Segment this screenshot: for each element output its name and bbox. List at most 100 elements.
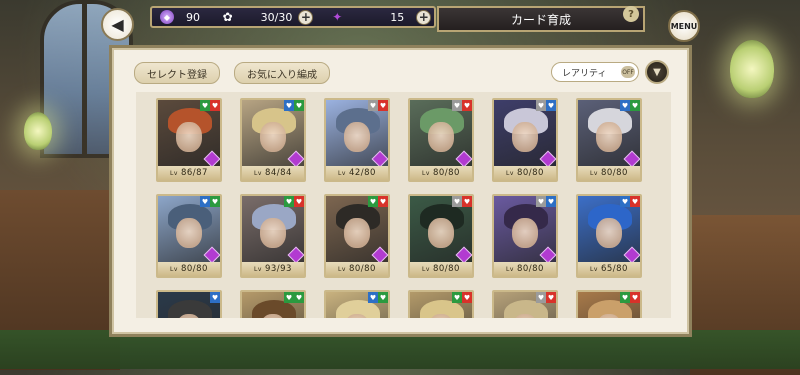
card-level: 80/80 [432, 168, 460, 178]
sort-label: レアリティ [562, 68, 607, 79]
card-item[interactable]: ♥ ♥ Lv 84/84 [240, 98, 306, 182]
card-level-bar: Lv 84/84 [242, 166, 304, 180]
card-portrait-face [512, 122, 538, 152]
card-item[interactable]: ♥ ♥ [324, 290, 390, 318]
card-item[interactable]: ♥ ♥ Lv 80/80 [408, 98, 474, 182]
card-attribute-badges: ♥ ♥ [620, 292, 640, 303]
card-attribute-badges: ♥ ♥ [620, 196, 640, 207]
attribute-badge-icon: ♥ [294, 292, 304, 303]
attribute-badge-icon: ♥ [284, 292, 294, 303]
card-item[interactable]: ♥ ♥ Lv 93/93 [240, 194, 306, 278]
gem-icon: ◆ [160, 10, 174, 24]
card-portrait-face [512, 218, 538, 248]
card-level-bar: Lv 93/93 [242, 262, 304, 276]
card-item[interactable]: ♥ ♥ Lv 80/80 [156, 194, 222, 278]
card-item[interactable]: ♥ ♥ Lv 86/87 [156, 98, 222, 182]
card-item[interactable]: ♥ ♥ [492, 290, 558, 318]
attribute-badge-icon: ♥ [452, 292, 462, 303]
attribute-badge-icon: ♥ [462, 100, 472, 111]
menu-button[interactable]: MENU [668, 10, 700, 42]
card-level: 80/80 [600, 168, 628, 178]
background-desk [0, 190, 120, 370]
attribute-badge-icon: ♥ [546, 292, 556, 303]
attribute-badge-icon: ♥ [536, 292, 546, 303]
attribute-badge-icon: ♥ [462, 292, 472, 303]
select-register-button[interactable]: セレクト登録 [134, 62, 220, 84]
card-level: 86/87 [180, 168, 208, 178]
attribute-badge-icon: ♥ [536, 100, 546, 111]
gem-count: 90 [186, 10, 200, 24]
card-item[interactable]: ♥ ♥ Lv 80/80 [408, 194, 474, 278]
card-level-bar: Lv 80/80 [326, 262, 388, 276]
attribute-badge-icon: ♥ [378, 292, 388, 303]
card-level-bar: Lv 80/80 [158, 262, 220, 276]
card-attribute-badges: ♥ [210, 292, 220, 303]
attribute-badge-icon: ♥ [294, 100, 304, 111]
attribute-badge-icon: ♥ [294, 196, 304, 207]
resource-bar: ◆ 90 ✿ 30/30 + ✦ 15 + [150, 6, 436, 28]
attribute-badge-icon: ♥ [378, 100, 388, 111]
card-item[interactable]: ♥ ♥ Lv 80/80 [576, 98, 642, 182]
card-item[interactable]: ♥ ♥ Lv 65/80 [576, 194, 642, 278]
card-attribute-badges: ♥ ♥ [284, 100, 304, 111]
attribute-badge-icon: ♥ [210, 100, 220, 111]
card-level-bar: Lv 86/87 [158, 166, 220, 180]
card-item[interactable]: ♥ ♥ Lv 80/80 [492, 98, 558, 182]
level-prefix: Lv [170, 169, 178, 177]
card-level: 42/80 [348, 168, 376, 178]
attribute-badge-icon: ♥ [452, 100, 462, 111]
card-item[interactable]: ♥ ♥ [408, 290, 474, 318]
card-list-panel: セレクト登録 お気に入り編成 レアリティ OFF ▼ ♥ ♥ Lv 86/87 ♥ ♥ Lv… [112, 48, 689, 334]
dragon-count: 15 [390, 10, 405, 24]
dragon-plus-button[interactable]: + [416, 9, 432, 25]
card-portrait-face [596, 122, 622, 152]
card-level: 80/80 [348, 264, 376, 274]
attribute-badge-icon: ♥ [368, 100, 378, 111]
attribute-badge-icon: ♥ [620, 292, 630, 303]
level-prefix: Lv [254, 169, 262, 177]
card-level-bar: Lv 42/80 [326, 166, 388, 180]
attribute-badge-icon: ♥ [620, 100, 630, 111]
level-prefix: Lv [506, 169, 514, 177]
help-button[interactable]: ? [623, 6, 639, 22]
card-item[interactable]: ♥ ♥ [576, 290, 642, 318]
stamina-plus-button[interactable]: + [298, 9, 314, 25]
card-attribute-badges: ♥ ♥ [200, 196, 220, 207]
attribute-badge-icon: ♥ [546, 196, 556, 207]
favorite-edit-button[interactable]: お気に入り編成 [234, 62, 330, 84]
card-attribute-badges: ♥ ♥ [284, 292, 304, 303]
screen-title: カード育成 [510, 12, 571, 27]
attribute-badge-icon: ♥ [284, 196, 294, 207]
card-level: 65/80 [600, 264, 628, 274]
sort-order-button[interactable]: ▼ [645, 60, 669, 84]
sort-dropdown[interactable]: レアリティ OFF [551, 62, 639, 82]
card-level: 80/80 [516, 264, 544, 274]
card-attribute-badges: ♥ ♥ [452, 196, 472, 207]
card-attribute-badges: ♥ ♥ [452, 292, 472, 303]
level-prefix: Lv [254, 265, 262, 273]
card-level: 80/80 [516, 168, 544, 178]
background-floor [0, 330, 800, 369]
sort-toggle[interactable]: OFF [621, 66, 635, 78]
attribute-badge-icon: ♥ [630, 292, 640, 303]
attribute-badge-icon: ♥ [630, 196, 640, 207]
card-portrait-face [260, 218, 286, 248]
card-item[interactable]: ♥ [156, 290, 222, 318]
card-item[interactable]: ♥ ♥ Lv 80/80 [492, 194, 558, 278]
card-attribute-badges: ♥ ♥ [368, 292, 388, 303]
card-attribute-badges: ♥ ♥ [284, 196, 304, 207]
back-button[interactable]: ◀ [101, 8, 134, 41]
card-attribute-badges: ♥ ♥ [368, 100, 388, 111]
card-attribute-badges: ♥ ♥ [536, 292, 556, 303]
card-item[interactable]: ♥ ♥ [240, 290, 306, 318]
card-attribute-badges: ♥ ♥ [536, 100, 556, 111]
lantern-icon [730, 40, 774, 98]
card-portrait-face [344, 218, 370, 248]
card-item[interactable]: ♥ ♥ Lv 42/80 [324, 98, 390, 182]
level-prefix: Lv [590, 265, 598, 273]
level-prefix: Lv [338, 265, 346, 273]
attribute-badge-icon: ♥ [452, 196, 462, 207]
level-prefix: Lv [170, 265, 178, 273]
card-item[interactable]: ♥ ♥ Lv 80/80 [324, 194, 390, 278]
card-portrait-face [428, 122, 454, 152]
